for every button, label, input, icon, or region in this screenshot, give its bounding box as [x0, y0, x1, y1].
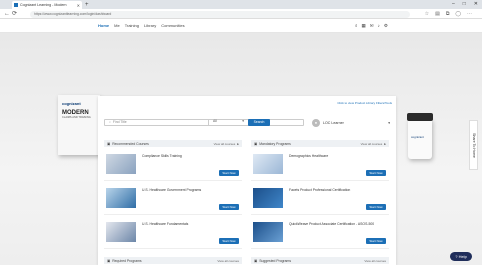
start-now-button[interactable]: Start Now: [219, 204, 239, 210]
url-field[interactable]: https://www.cognizantlearning.com/login/…: [30, 10, 410, 18]
tab-title: Cognizant Learning - Modern: [20, 3, 67, 7]
section-header: ▣ Suggested Programs View all courses: [251, 257, 389, 264]
menu-item-training[interactable]: Training: [125, 19, 139, 33]
site-navbar: Home Me Training Library Communities ⌕ ▦…: [0, 19, 482, 33]
book-image: cognizant MODERN CLAIMS AND TRAINING: [58, 95, 100, 155]
section-header: ▣ Mandatory Programs View all courses ▸: [251, 140, 389, 147]
course-thumbnail: [106, 154, 136, 174]
view-all-link[interactable]: View all courses: [364, 259, 386, 263]
help-button[interactable]: ? Help: [450, 252, 472, 261]
filter-select[interactable]: All ▾: [208, 119, 246, 126]
section-header: ▣ Recommended Courses View all courses ▸: [104, 140, 242, 147]
cup-brand: cognizant: [411, 135, 424, 139]
start-now-button[interactable]: Start Now: [366, 170, 386, 176]
user-label: LOC Learner: [323, 120, 344, 125]
program-title: Demographics Healthcare: [289, 154, 329, 158]
search-icon[interactable]: ⌕: [355, 19, 358, 33]
book-logo: cognizant: [62, 101, 81, 106]
recommended-courses-column: ▣ Recommended Courses View all courses ▸…: [104, 140, 242, 249]
refresh-icon[interactable]: ⟳: [12, 10, 17, 18]
collections-icon[interactable]: ▤: [435, 10, 440, 18]
chevron-down-icon: ▾: [388, 120, 390, 125]
start-now-button[interactable]: Start Now: [219, 170, 239, 176]
course-title: U.S. Healthcare Fundamentals: [142, 222, 189, 226]
bell-icon[interactable]: ♪: [378, 19, 380, 33]
browser-tab[interactable]: Cognizant Learning - Modern ✕: [12, 1, 82, 9]
minimize-button[interactable]: –: [452, 0, 455, 9]
search-button[interactable]: Search: [248, 119, 270, 126]
extensions-icon[interactable]: ⧉: [446, 10, 450, 18]
user-menu[interactable]: ● LOC Learner ▾: [312, 118, 390, 127]
program-card[interactable]: Facets Product Professional Certificatio…: [251, 185, 389, 215]
section-title: Suggested Programs: [259, 258, 292, 263]
course-card[interactable]: U.S. Healthcare Government Programs Star…: [104, 185, 242, 215]
grid-icon[interactable]: ▦: [362, 19, 366, 33]
mail-icon[interactable]: ✉: [370, 19, 374, 33]
start-now-button[interactable]: Start Now: [219, 238, 239, 244]
section-header: ▣ Required Programs View all courses: [104, 257, 242, 264]
menu-item-library[interactable]: Library: [144, 19, 156, 33]
mandatory-programs-column: ▣ Mandatory Programs View all courses ▸ …: [251, 140, 389, 249]
maximize-button[interactable]: □: [463, 0, 466, 9]
section-title: Required Programs: [112, 258, 142, 263]
program-thumbnail: [253, 154, 283, 174]
menu-item-communities[interactable]: Communities: [161, 19, 184, 33]
search-icon: ⌕: [109, 120, 111, 124]
course-thumbnail: [106, 188, 136, 208]
help-icon: ?: [455, 254, 458, 259]
tab-close-icon[interactable]: ✕: [77, 3, 80, 8]
view-all-link[interactable]: View all courses: [217, 259, 239, 263]
chevron-right-icon[interactable]: ▸: [384, 142, 386, 146]
book-subtitle: CLAIMS AND TRAINING: [62, 116, 91, 119]
chevron-down-icon: ▾: [242, 119, 244, 123]
settings-icon[interactable]: ⚙: [384, 19, 388, 33]
address-bar: ← ⟳ https://www.cognizantlearning.com/lo…: [0, 9, 482, 19]
section-title: Recommended Courses: [112, 141, 149, 146]
profile-icon[interactable]: ◯: [455, 10, 461, 18]
folder-icon: ▣: [254, 141, 258, 146]
start-now-button[interactable]: Start Now: [366, 204, 386, 210]
program-thumbnail: [253, 222, 283, 242]
folder-icon: ▣: [107, 258, 111, 263]
search-input[interactable]: ⌕ Find Title: [104, 119, 304, 126]
program-thumbnail: [253, 188, 283, 208]
program-title: QuickWeave Product Associate Certificati…: [289, 222, 375, 226]
avatar: ●: [312, 118, 320, 127]
back-icon[interactable]: ←: [4, 10, 10, 18]
course-card[interactable]: U.S. Healthcare Fundamentals Start Now: [104, 219, 242, 249]
coffee-cup-image: cognizant: [407, 113, 433, 159]
menu-item-me[interactable]: Me: [114, 19, 120, 33]
more-icon[interactable]: ⋯: [467, 10, 472, 18]
course-title: U.S. Healthcare Government Programs: [142, 188, 202, 192]
chevron-right-icon[interactable]: ▸: [237, 142, 239, 146]
program-card[interactable]: QuickWeave Product Associate Certificati…: [251, 219, 389, 249]
tab-favicon-icon: [14, 3, 18, 7]
start-now-button[interactable]: Start Now: [366, 238, 386, 244]
browser-tab-bar: Cognizant Learning - Modern ✕ + – □ ✕: [0, 0, 482, 9]
share-side-tab[interactable]: Share To Home: [469, 120, 478, 170]
view-all-link[interactable]: View all courses: [214, 142, 236, 146]
course-title: Compliance Skills Training: [142, 154, 182, 158]
view-all-link[interactable]: View all courses: [361, 142, 383, 146]
course-card[interactable]: Compliance Skills Training Start Now: [104, 151, 242, 181]
main-menu: Home Me Training Library Communities: [98, 19, 185, 33]
dashboard-panel: Click to view Product Library Filters/To…: [98, 96, 396, 265]
favorites-icon[interactable]: ☆: [425, 10, 429, 18]
filter-tools-link[interactable]: Click to view Product Library Filters/To…: [337, 101, 392, 105]
program-title: Facets Product Professional Certificatio…: [289, 188, 351, 192]
menu-item-home[interactable]: Home: [98, 19, 109, 33]
cup-lid: [407, 113, 433, 121]
folder-icon: ▣: [254, 258, 258, 263]
course-thumbnail: [106, 222, 136, 242]
folder-icon: ▣: [107, 141, 111, 146]
section-title: Mandatory Programs: [259, 141, 291, 146]
new-tab-icon[interactable]: +: [85, 1, 89, 9]
program-card[interactable]: Demographics Healthcare Start Now: [251, 151, 389, 181]
close-window-button[interactable]: ✕: [474, 0, 478, 9]
